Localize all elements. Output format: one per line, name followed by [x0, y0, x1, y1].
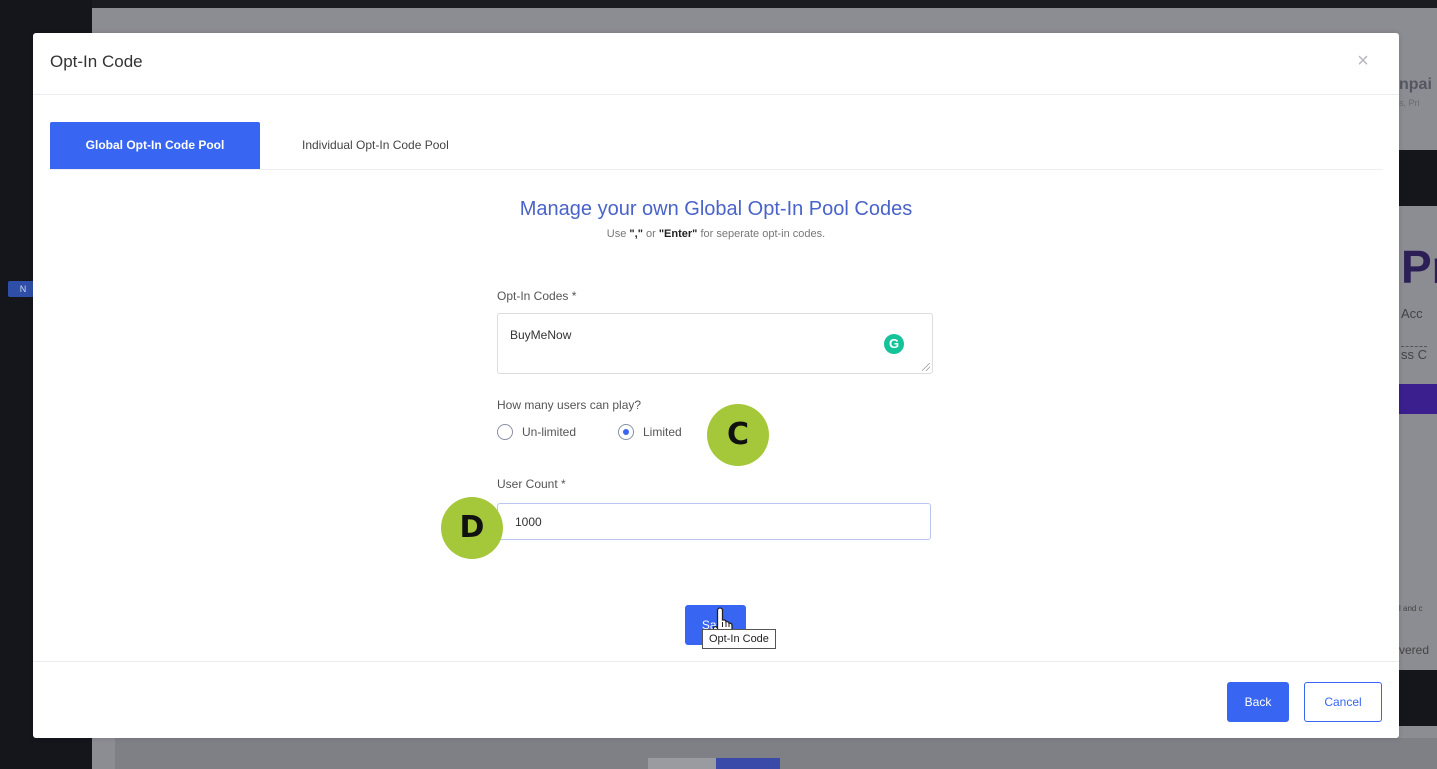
cancel-button[interactable]: Cancel: [1304, 682, 1382, 722]
background-subtitle-fragment: s, Pri: [1399, 98, 1420, 108]
tab-individual-opt-in-code-pool[interactable]: Individual Opt-In Code Pool: [302, 122, 449, 169]
opt-in-codes-textarea[interactable]: BuyMeNow G: [497, 313, 933, 374]
close-icon[interactable]: ×: [1353, 51, 1373, 71]
grammarly-icon[interactable]: G: [884, 334, 904, 354]
subheading-suffix: for seperate opt-in codes.: [697, 228, 826, 240]
radio-unlimited-label[interactable]: Un-limited: [522, 425, 576, 439]
background-title-fragment: npai: [1399, 76, 1432, 93]
background-right-panel: npai s, Pri Pr Acc ss C l and c vered: [1399, 58, 1437, 738]
tab-global-opt-in-code-pool[interactable]: Global Opt-In Code Pool: [50, 122, 260, 169]
subheading-key-enter: "Enter": [658, 228, 698, 240]
opt-in-codes-value: BuyMeNow: [510, 328, 572, 342]
resize-handle-icon[interactable]: [922, 363, 930, 371]
back-button[interactable]: Back: [1227, 682, 1289, 722]
background-line-2: ss C: [1401, 346, 1427, 362]
users-question-label: How many users can play?: [497, 398, 642, 412]
modal-title: Opt-In Code: [50, 52, 143, 71]
subheading-middle: or: [642, 228, 659, 240]
background-purple-button: [1399, 384, 1437, 414]
subheading-key-comma: ",": [629, 228, 643, 240]
background-button-right: [716, 758, 780, 769]
modal-header: Opt-In Code ×: [33, 33, 1399, 95]
background-big-letter: Pr: [1401, 241, 1437, 293]
opt-in-codes-label: Opt-In Codes *: [497, 289, 577, 303]
tooltip: Opt-In Code: [702, 629, 776, 649]
user-count-value: 1000: [515, 515, 542, 529]
background-button-left: [648, 758, 716, 769]
radio-limited[interactable]: [618, 424, 634, 440]
radio-unlimited[interactable]: [497, 424, 513, 440]
tab-bar: Global Opt-In Code Pool Individual Opt-I…: [50, 122, 1383, 170]
background-dark-block: [1399, 150, 1437, 206]
user-count-input[interactable]: 1000: [497, 503, 931, 540]
annotation-marker-c: C: [707, 404, 769, 466]
background-dark-block-2: [1399, 670, 1437, 726]
modal-footer: Back Cancel: [33, 661, 1399, 739]
section-subheading: Use "," or "Enter" for seperate opt-in c…: [33, 228, 1399, 240]
radio-limited-label[interactable]: Limited: [643, 425, 682, 439]
user-count-label: User Count *: [497, 477, 566, 491]
background-line-1: Acc: [1401, 306, 1423, 321]
background-small-text: l and c: [1399, 604, 1423, 613]
subheading-prefix: Use: [606, 228, 630, 240]
annotation-marker-d: D: [441, 497, 503, 559]
background-line-3: vered: [1399, 643, 1430, 657]
section-heading: Manage your own Global Opt-In Pool Codes: [519, 198, 913, 220]
